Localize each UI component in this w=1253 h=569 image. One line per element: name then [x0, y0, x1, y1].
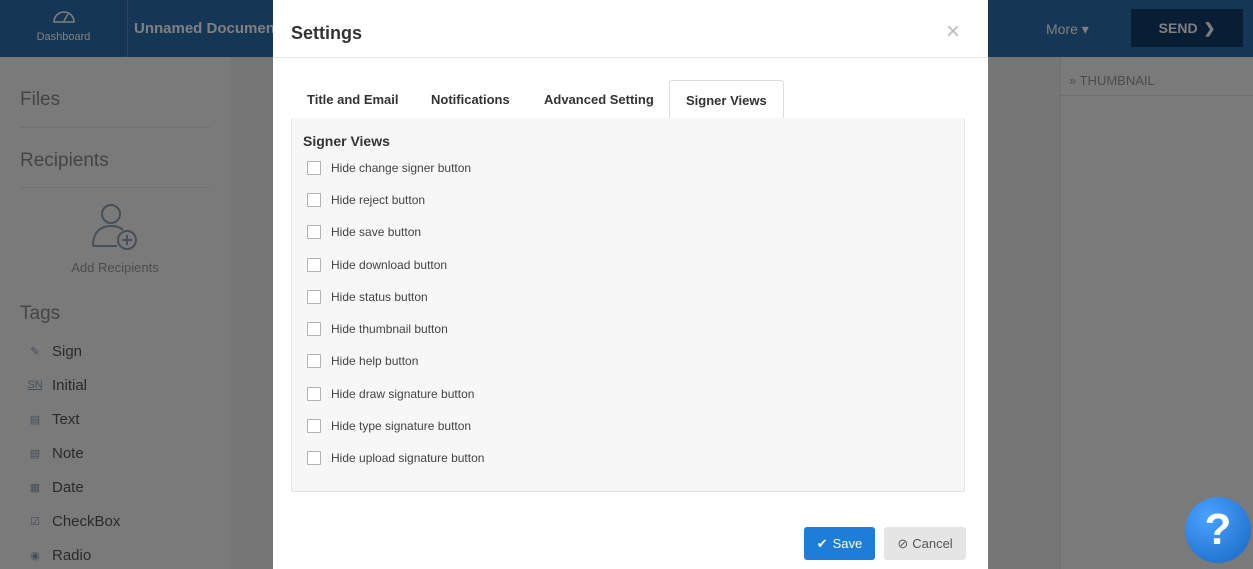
- checkbox[interactable]: [307, 290, 321, 304]
- option-label: Hide change signer button: [331, 161, 472, 175]
- tab-title-and-email[interactable]: Title and Email: [291, 80, 415, 119]
- checkbox[interactable]: [307, 225, 321, 239]
- checkbox[interactable]: [307, 193, 321, 207]
- option-hide-upload-signature[interactable]: Hide upload signature button: [307, 451, 484, 465]
- option-hide-thumbnail[interactable]: Hide thumbnail button: [307, 322, 448, 336]
- settings-tabs: Title and Email Notifications Advanced S…: [291, 80, 965, 120]
- option-label: Hide download button: [331, 258, 448, 272]
- option-hide-type-signature[interactable]: Hide type signature button: [307, 419, 471, 433]
- tab-signer-views[interactable]: Signer Views: [669, 80, 784, 120]
- section-title: Signer Views: [303, 133, 390, 149]
- option-hide-change-signer[interactable]: Hide change signer button: [307, 161, 471, 175]
- option-label: Hide status button: [331, 290, 428, 304]
- checkbox[interactable]: [307, 161, 321, 175]
- check-icon: ✔: [816, 535, 828, 551]
- option-label: Hide help button: [331, 354, 419, 368]
- help-button[interactable]: ?: [1185, 497, 1251, 563]
- checkbox[interactable]: [307, 387, 321, 401]
- checkbox[interactable]: [307, 258, 321, 272]
- save-button[interactable]: ✔ Save: [804, 527, 875, 560]
- option-label: Hide thumbnail button: [331, 322, 448, 336]
- close-icon[interactable]: ×: [946, 20, 960, 44]
- option-label: Hide upload signature button: [331, 451, 485, 465]
- option-hide-status[interactable]: Hide status button: [307, 290, 428, 304]
- ban-icon: ⊘: [897, 535, 909, 551]
- option-label: Hide draw signature button: [331, 387, 475, 401]
- option-hide-help[interactable]: Hide help button: [307, 354, 418, 368]
- checkbox[interactable]: [307, 451, 321, 465]
- checkbox[interactable]: [307, 354, 321, 368]
- option-hide-save[interactable]: Hide save button: [307, 225, 421, 239]
- settings-modal: Settings × Title and Email Notifications…: [273, 0, 988, 569]
- cancel-label: Cancel: [912, 536, 953, 551]
- checkbox[interactable]: [307, 322, 321, 336]
- option-label: Hide reject button: [331, 193, 426, 207]
- cancel-button[interactable]: ⊘ Cancel: [884, 527, 966, 560]
- option-hide-reject[interactable]: Hide reject button: [307, 193, 425, 207]
- tab-notifications[interactable]: Notifications: [415, 80, 526, 119]
- divider: [273, 57, 988, 58]
- option-hide-download[interactable]: Hide download button: [307, 258, 447, 272]
- checkbox[interactable]: [307, 419, 321, 433]
- option-hide-draw-signature[interactable]: Hide draw signature button: [307, 387, 474, 401]
- option-label: Hide save button: [331, 225, 422, 239]
- signer-views-panel: Signer Views Hide change signer button H…: [291, 118, 965, 492]
- option-label: Hide type signature button: [331, 419, 472, 433]
- save-label: Save: [832, 536, 863, 551]
- modal-title: Settings: [291, 23, 363, 43]
- tab-advanced-setting[interactable]: Advanced Setting: [528, 80, 670, 119]
